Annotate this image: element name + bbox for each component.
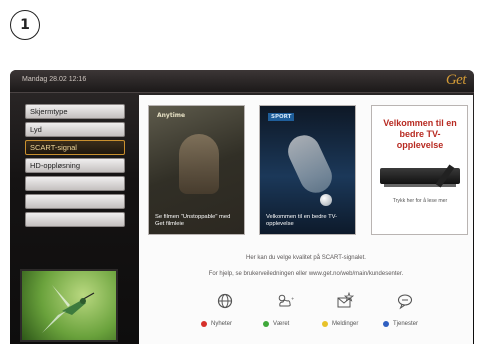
- welcome-title: Velkommen til en bedre TV-opplevelse: [383, 118, 457, 150]
- main-panel: Anytime Se filmen "Unstoppable" med Get …: [139, 95, 473, 344]
- top-bar: Mandag 28.02 12:16 Get: [10, 70, 474, 93]
- legend-label: Været: [273, 321, 290, 327]
- green-button-icon: [263, 321, 269, 327]
- color-key-legend: Nyheter Været Meldinger Tjenester: [139, 321, 473, 331]
- yellow-button-icon: [322, 321, 328, 327]
- hummingbird-image: [42, 285, 95, 333]
- legend-meldinger[interactable]: Meldinger: [322, 321, 358, 327]
- step-number-badge: 1: [10, 10, 40, 40]
- red-button-icon: [201, 321, 207, 327]
- legend-nyheter[interactable]: Nyheter: [201, 321, 232, 327]
- legend-tjenester[interactable]: Tjenester: [383, 321, 418, 327]
- legend-vaeret[interactable]: Været: [263, 321, 289, 327]
- legend-label: Nyheter: [211, 321, 233, 327]
- menu-item-empty[interactable]: [25, 212, 125, 227]
- soccer-player: [282, 130, 338, 198]
- shortcut-icons: +: [139, 292, 473, 310]
- poster-caption: Se filmen "Unstoppable" med Get filmleie: [155, 214, 231, 227]
- menu-item-hd-opplosning[interactable]: HD-oppløsning: [25, 158, 125, 173]
- menu-item-empty[interactable]: [25, 176, 125, 191]
- menu-item-lyd[interactable]: Lyd: [25, 122, 125, 137]
- set-top-box-base: [384, 184, 456, 187]
- menu-item-skjermtype[interactable]: Skjermtype: [25, 104, 125, 119]
- menu-item-scart-signal[interactable]: SCART-signal: [25, 140, 125, 155]
- live-tv-preview: [20, 269, 118, 342]
- brand-logo: Get: [445, 72, 467, 88]
- poster-logo: SPORT: [268, 113, 295, 121]
- message-icon[interactable]: [336, 292, 354, 310]
- blue-button-icon: [383, 321, 389, 327]
- menu-item-empty[interactable]: [25, 194, 125, 209]
- help-text-support: For hjelp, se brukerveiledningen eller w…: [208, 271, 404, 277]
- svg-text:+: +: [291, 296, 294, 301]
- poster-unstoppable[interactable]: Anytime Se filmen "Unstoppable" med Get …: [148, 105, 245, 235]
- chat-icon[interactable]: [396, 292, 414, 310]
- read-more-link[interactable]: Trykk her for å lese mer: [376, 198, 464, 204]
- poster-caption: Velkommen til en bedre TV-opplevelse: [266, 214, 338, 227]
- poster-tag: Anytime: [157, 112, 186, 119]
- movie-figure: [179, 134, 219, 194]
- globe-icon[interactable]: [216, 292, 234, 310]
- date-time: Mandag 28.02 12:16: [22, 76, 87, 83]
- legend-label: Meldinger: [332, 321, 359, 327]
- soccer-ball: [320, 194, 332, 206]
- weather-icon[interactable]: +: [276, 292, 294, 310]
- help-text-scart: Her kan du velge kvalitet på SCART-signa…: [246, 255, 366, 261]
- tv-screen: Mandag 28.02 12:16 Get Skjermtype Lyd SC…: [10, 70, 474, 344]
- poster-sport[interactable]: SPORT Velkommen til en bedre TV-opplevel…: [259, 105, 356, 235]
- legend-label: Tjenester: [393, 321, 419, 327]
- poster-welcome[interactable]: Velkommen til en bedre TV-opplevelse Try…: [371, 105, 468, 235]
- settings-menu: Skjermtype Lyd SCART-signal HD-oppløsnin…: [25, 104, 125, 230]
